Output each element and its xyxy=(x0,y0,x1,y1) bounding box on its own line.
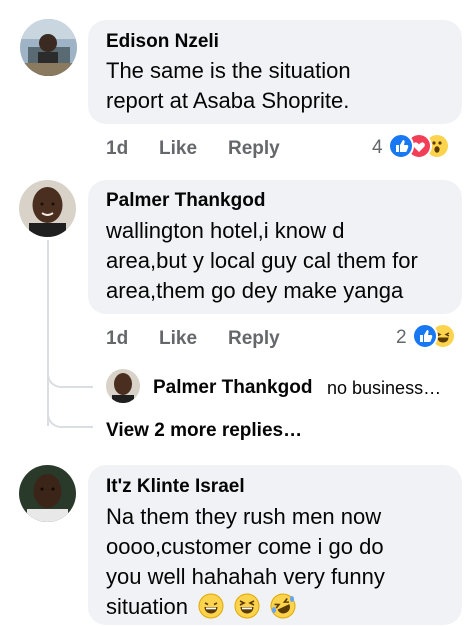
avatar-itz-klinte-israel[interactable] xyxy=(19,465,76,522)
comment-author[interactable]: Edison Nzeli xyxy=(106,31,219,53)
avatar-edison-nzeli[interactable] xyxy=(20,19,77,76)
comment-text-line: The same is the situation xyxy=(106,58,351,83)
avatar-reply-palmer-thankgod[interactable] xyxy=(106,369,140,403)
reactions-summary[interactable] xyxy=(388,133,468,161)
reaction-count[interactable]: 2 xyxy=(396,327,407,349)
view-more-replies-link[interactable]: View 2 more replies… xyxy=(106,420,302,442)
reply-preview-text[interactable]: no business… xyxy=(327,378,441,399)
comment-text-line: area,them go dey make yanga xyxy=(106,278,404,303)
comment-text-line: situation xyxy=(106,594,188,619)
rolling-laughing-emoji xyxy=(270,593,296,619)
comment-author[interactable]: It'z Klinte Israel xyxy=(106,476,245,498)
comment-author[interactable]: Palmer Thankgod xyxy=(106,190,265,212)
comment-text-line: oooo,customer come i go do xyxy=(106,534,384,559)
comment-time[interactable]: 1d xyxy=(106,328,128,350)
avatar-palmer-thankgod[interactable] xyxy=(19,180,76,237)
comment-text-line: report at Asaba Shoprite. xyxy=(106,88,350,113)
reply-author[interactable]: Palmer Thankgod xyxy=(153,377,312,399)
comment-text-line: area,but y local guy cal them for xyxy=(106,248,418,273)
comment-time[interactable]: 1d xyxy=(106,138,128,160)
comment-text-line: Na them they rush men now xyxy=(106,504,382,529)
laughing-emoji xyxy=(234,593,260,619)
reaction-count[interactable]: 4 xyxy=(372,137,383,159)
reply-button[interactable]: Reply xyxy=(228,328,280,350)
like-icon xyxy=(388,133,414,159)
thread-line xyxy=(47,240,49,426)
like-icon xyxy=(412,323,438,349)
comment-text-line: you well hahahah very funny xyxy=(106,564,385,589)
comment-text-last-line: situation xyxy=(106,592,296,622)
comment-text-line: wallington hotel,i know d xyxy=(106,218,345,243)
grinning-squinting-emoji xyxy=(198,593,224,619)
like-button[interactable]: Like xyxy=(159,138,197,160)
like-button[interactable]: Like xyxy=(159,328,197,350)
reactions-summary[interactable] xyxy=(412,323,472,351)
thread-branch xyxy=(47,400,93,428)
reply-button[interactable]: Reply xyxy=(228,138,280,160)
thread-branch xyxy=(47,360,93,388)
